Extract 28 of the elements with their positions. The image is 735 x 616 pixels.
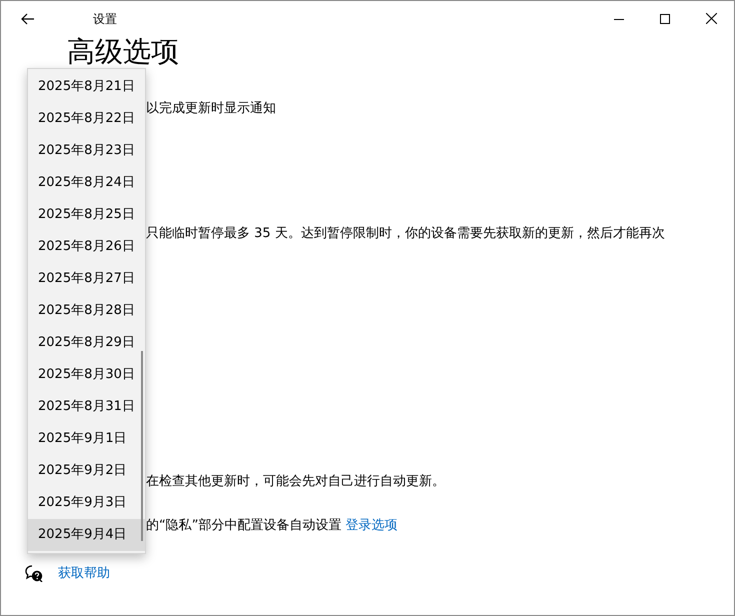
- pause-description: 只能临时暂停最多 35 天。达到暂停限制时，你的设备需要先获取新的更新，然后才能再次: [146, 224, 666, 242]
- page-heading: 高级选项: [67, 36, 180, 68]
- close-icon: [706, 13, 716, 24]
- date-option[interactable]: 2025年8月29日: [28, 327, 145, 359]
- date-option[interactable]: 2025年8月31日: [28, 391, 145, 423]
- date-option[interactable]: 2025年8月28日: [28, 295, 145, 327]
- date-option[interactable]: 2025年8月22日: [28, 103, 145, 135]
- back-arrow-icon: [21, 12, 35, 24]
- maximize-icon: [660, 14, 670, 24]
- notification-text: 以完成更新时显示通知: [146, 100, 277, 118]
- date-option[interactable]: 2025年9月1日: [28, 423, 145, 455]
- date-option[interactable]: 2025年9月2日: [28, 455, 145, 487]
- window-title: 设置: [93, 10, 117, 28]
- date-option[interactable]: 2025年8月30日: [28, 359, 145, 391]
- date-option[interactable]: 2025年8月24日: [28, 167, 145, 199]
- date-option[interactable]: 2025年8月25日: [28, 199, 145, 231]
- update-description: 在检查其他更新时，可能会先对自己进行自动更新。: [146, 473, 446, 491]
- get-help-link[interactable]: 获取帮助: [58, 564, 110, 584]
- date-option[interactable]: 2025年8月26日: [28, 231, 145, 263]
- date-option[interactable]: 2025年8月23日: [28, 135, 145, 167]
- sign-in-options-link[interactable]: 登录选项: [345, 516, 398, 535]
- date-option[interactable]: 2025年9月3日: [28, 487, 145, 519]
- date-option[interactable]: 2025年8月27日: [28, 263, 145, 295]
- privacy-text: 的“隐私”部分中配置设备自动设置: [146, 516, 342, 534]
- scrollbar[interactable]: [141, 351, 143, 541]
- date-option[interactable]: 2025年9月4日: [28, 519, 145, 551]
- help-icon: [25, 565, 43, 582]
- date-option[interactable]: 2025年8月21日: [28, 71, 145, 103]
